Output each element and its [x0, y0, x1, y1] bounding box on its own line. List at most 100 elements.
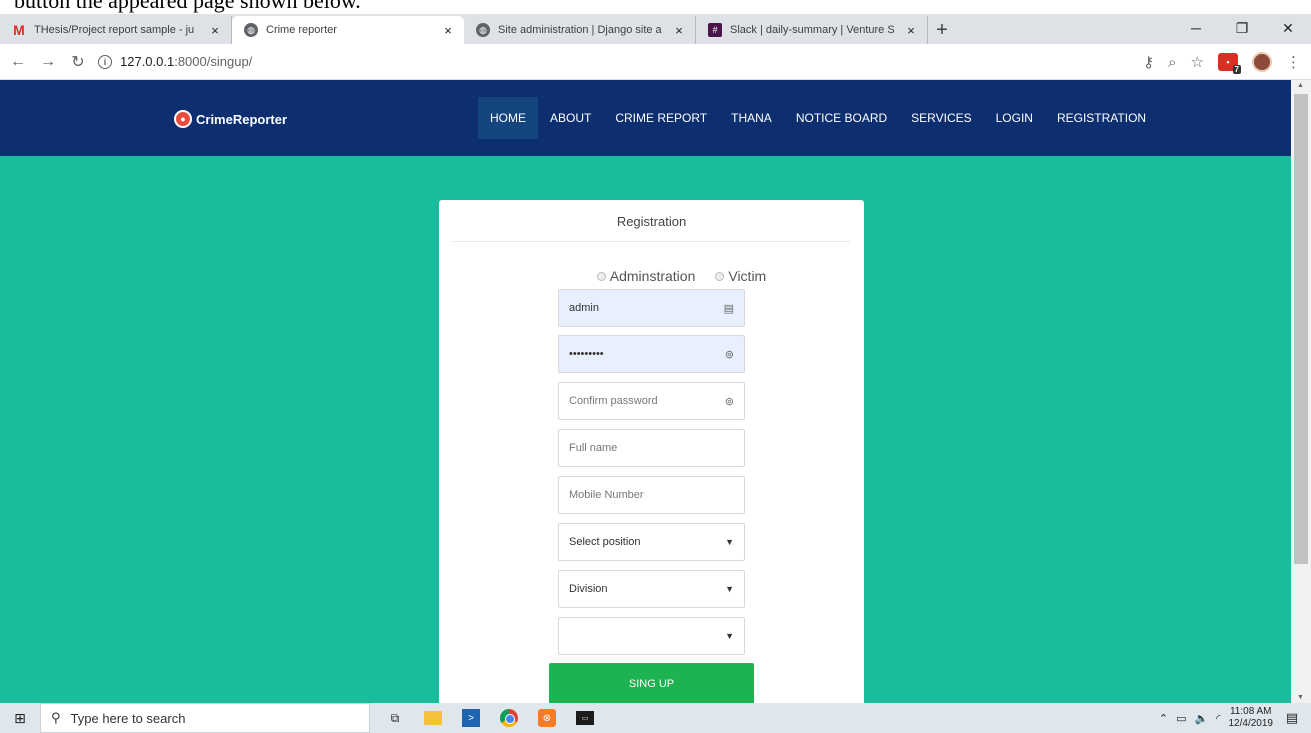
tab-django-admin[interactable]: ◍ Site administration | Django site a × — [464, 16, 696, 44]
role-radio-group: Adminstration Victim — [499, 268, 864, 284]
terminal-icon[interactable]: ▭ — [576, 711, 594, 725]
clock-time: 11:08 AM — [1229, 706, 1272, 717]
radio-victim[interactable]: Victim — [715, 268, 766, 284]
key-icon[interactable]: ⚷ — [1143, 53, 1154, 71]
full-name-placeholder: Full name — [569, 442, 618, 454]
logo-text: CrimeReporter — [196, 111, 288, 127]
battery-icon[interactable]: ▭ — [1176, 712, 1186, 725]
radio-administration[interactable]: Adminstration — [596, 268, 695, 284]
username-value: admin — [569, 302, 599, 314]
forward-arrow-icon[interactable]: → — [36, 50, 60, 74]
full-name-input[interactable]: Full name — [558, 429, 745, 467]
taskbar-apps: ⧉ > ⊗ ▭ — [380, 706, 600, 730]
extension-icon[interactable]: ▪ 7 — [1218, 53, 1241, 74]
new-tab-button[interactable]: + — [928, 16, 956, 44]
taskbar-search-placeholder: Type here to search — [70, 710, 186, 726]
nav-thana[interactable]: THANA — [719, 97, 784, 139]
division-selected: Division — [569, 583, 608, 595]
kebab-menu-icon[interactable]: ⋮ — [1286, 53, 1301, 71]
site-navbar: ● CrimeReporter HOME ABOUT CRIME REPORT … — [0, 80, 1291, 156]
scroll-down-arrow-icon[interactable]: ▼ — [1297, 694, 1304, 701]
nav-registration[interactable]: REGISTRATION — [1045, 97, 1158, 139]
info-icon[interactable]: i — [98, 54, 112, 69]
tab-close-icon[interactable]: × — [440, 23, 456, 38]
extension-badge: 7 — [1232, 65, 1241, 74]
web-content: ● CrimeReporter HOME ABOUT CRIME REPORT … — [0, 80, 1291, 703]
vertical-scrollbar[interactable]: ▲ ▼ — [1291, 80, 1311, 703]
site-logo[interactable]: ● CrimeReporter — [174, 110, 287, 128]
system-tray: ⌃ ▭ 🔈 ◜ 11:08 AM 12/4/2019 ▤ — [1159, 703, 1311, 733]
password-value: ••••••••• — [569, 348, 604, 360]
xampp-icon[interactable]: ⊗ — [538, 709, 556, 727]
notification-icon[interactable]: ▤ — [1281, 710, 1303, 726]
tab-gmail[interactable]: M THesis/Project report sample - ju × — [0, 16, 232, 44]
window-close-icon[interactable]: ✕ — [1265, 14, 1311, 42]
tab-title: Site administration | Django site a — [498, 24, 662, 36]
nav-notice-board[interactable]: NOTICE BOARD — [784, 97, 899, 139]
position-selected: Select position — [569, 536, 641, 548]
globe-icon: ◍ — [476, 23, 490, 37]
powershell-icon[interactable]: > — [462, 709, 480, 727]
mobile-number-placeholder: Mobile Number — [569, 489, 644, 501]
taskbar-search-box[interactable]: ⚲ Type here to search — [40, 703, 370, 733]
search-icon: ⚲ — [51, 710, 61, 725]
scrollbar-thumb[interactable] — [1294, 94, 1308, 564]
nav-home[interactable]: HOME — [478, 97, 538, 139]
reload-icon[interactable]: ↻ — [66, 50, 90, 74]
chevron-up-icon[interactable]: ⌃ — [1159, 712, 1168, 725]
position-select[interactable]: Select position ▼ — [558, 523, 745, 561]
zoom-icon[interactable]: ⌕ — [1168, 54, 1176, 71]
logo-icon: ● — [174, 110, 192, 128]
id-card-icon: ▤ — [723, 302, 734, 315]
windows-start-icon[interactable]: ⊞ — [0, 703, 40, 733]
division-select[interactable]: Division ▼ — [558, 570, 745, 608]
browser-toolbar: ← → ↻ i 127.0.0.1:8000/singup/ ⚷ ⌕ ☆ ▪ 7 … — [0, 44, 1311, 80]
minimize-icon[interactable]: ─ — [1173, 14, 1219, 42]
task-view-icon[interactable]: ⧉ — [380, 706, 410, 730]
username-input[interactable]: admin ▤ — [558, 289, 745, 327]
volume-icon[interactable]: 🔈 — [1195, 712, 1209, 725]
tab-close-icon[interactable]: × — [207, 23, 223, 38]
globe-icon: ◍ — [244, 23, 258, 37]
tab-title: THesis/Project report sample - ju — [34, 24, 195, 36]
caret-down-icon: ▼ — [725, 631, 734, 641]
star-icon[interactable]: ☆ — [1191, 53, 1204, 71]
back-arrow-icon[interactable]: ← — [6, 50, 30, 74]
district-select[interactable]: ▼ — [558, 617, 745, 655]
scroll-up-arrow-icon[interactable]: ▲ — [1297, 82, 1304, 89]
clock-date: 12/4/2019 — [1228, 718, 1274, 729]
taskbar-clock[interactable]: 11:08 AM 12/4/2019 — [1229, 706, 1274, 730]
main-menu: HOME ABOUT CRIME REPORT THANA NOTICE BOA… — [478, 97, 1158, 139]
registration-card: Registration Adminstration Victim admin … — [439, 200, 864, 703]
key-icon: ⊚ — [724, 348, 734, 361]
radio-button[interactable] — [596, 271, 606, 281]
radio-label: Victim — [728, 268, 767, 284]
window-controls: ─ ❐ ✕ — [1173, 14, 1311, 44]
mobile-number-input[interactable]: Mobile Number — [558, 476, 745, 514]
tab-crime-reporter[interactable]: ◍ Crime reporter × — [232, 16, 464, 44]
confirm-password-placeholder: Confirm password — [569, 395, 658, 407]
password-input[interactable]: ••••••••• ⊚ — [558, 335, 745, 373]
chrome-icon[interactable] — [500, 709, 518, 727]
wifi-icon[interactable]: ◜ — [1216, 712, 1220, 725]
caret-down-icon: ▼ — [725, 584, 734, 594]
card-title: Registration — [616, 214, 687, 229]
confirm-password-input[interactable]: Confirm password ⊚ — [558, 382, 745, 420]
restore-icon[interactable]: ❐ — [1219, 14, 1265, 42]
windows-taskbar: ⊞ ⚲ Type here to search ⧉ > ⊗ ▭ ⌃ ▭ 🔈 ◜ … — [0, 703, 1311, 733]
title-divider — [453, 241, 850, 242]
address-bar[interactable]: i 127.0.0.1:8000/singup/ — [98, 54, 252, 69]
tab-slack[interactable]: # Slack | daily-summary | Venture S × — [696, 16, 928, 44]
file-explorer-icon[interactable] — [424, 711, 442, 725]
nav-about[interactable]: ABOUT — [538, 97, 603, 139]
nav-services[interactable]: SERVICES — [899, 97, 983, 139]
url-path: :8000/singup/ — [174, 54, 253, 69]
radio-button[interactable] — [715, 271, 725, 281]
nav-crime-report[interactable]: CRIME REPORT — [603, 97, 719, 139]
gmail-icon: M — [13, 22, 25, 38]
profile-avatar[interactable] — [1252, 52, 1272, 72]
nav-login[interactable]: LOGIN — [984, 97, 1045, 139]
signup-button[interactable]: SING UP — [549, 663, 754, 703]
tab-close-icon[interactable]: × — [671, 23, 687, 38]
tab-close-icon[interactable]: × — [903, 23, 919, 38]
